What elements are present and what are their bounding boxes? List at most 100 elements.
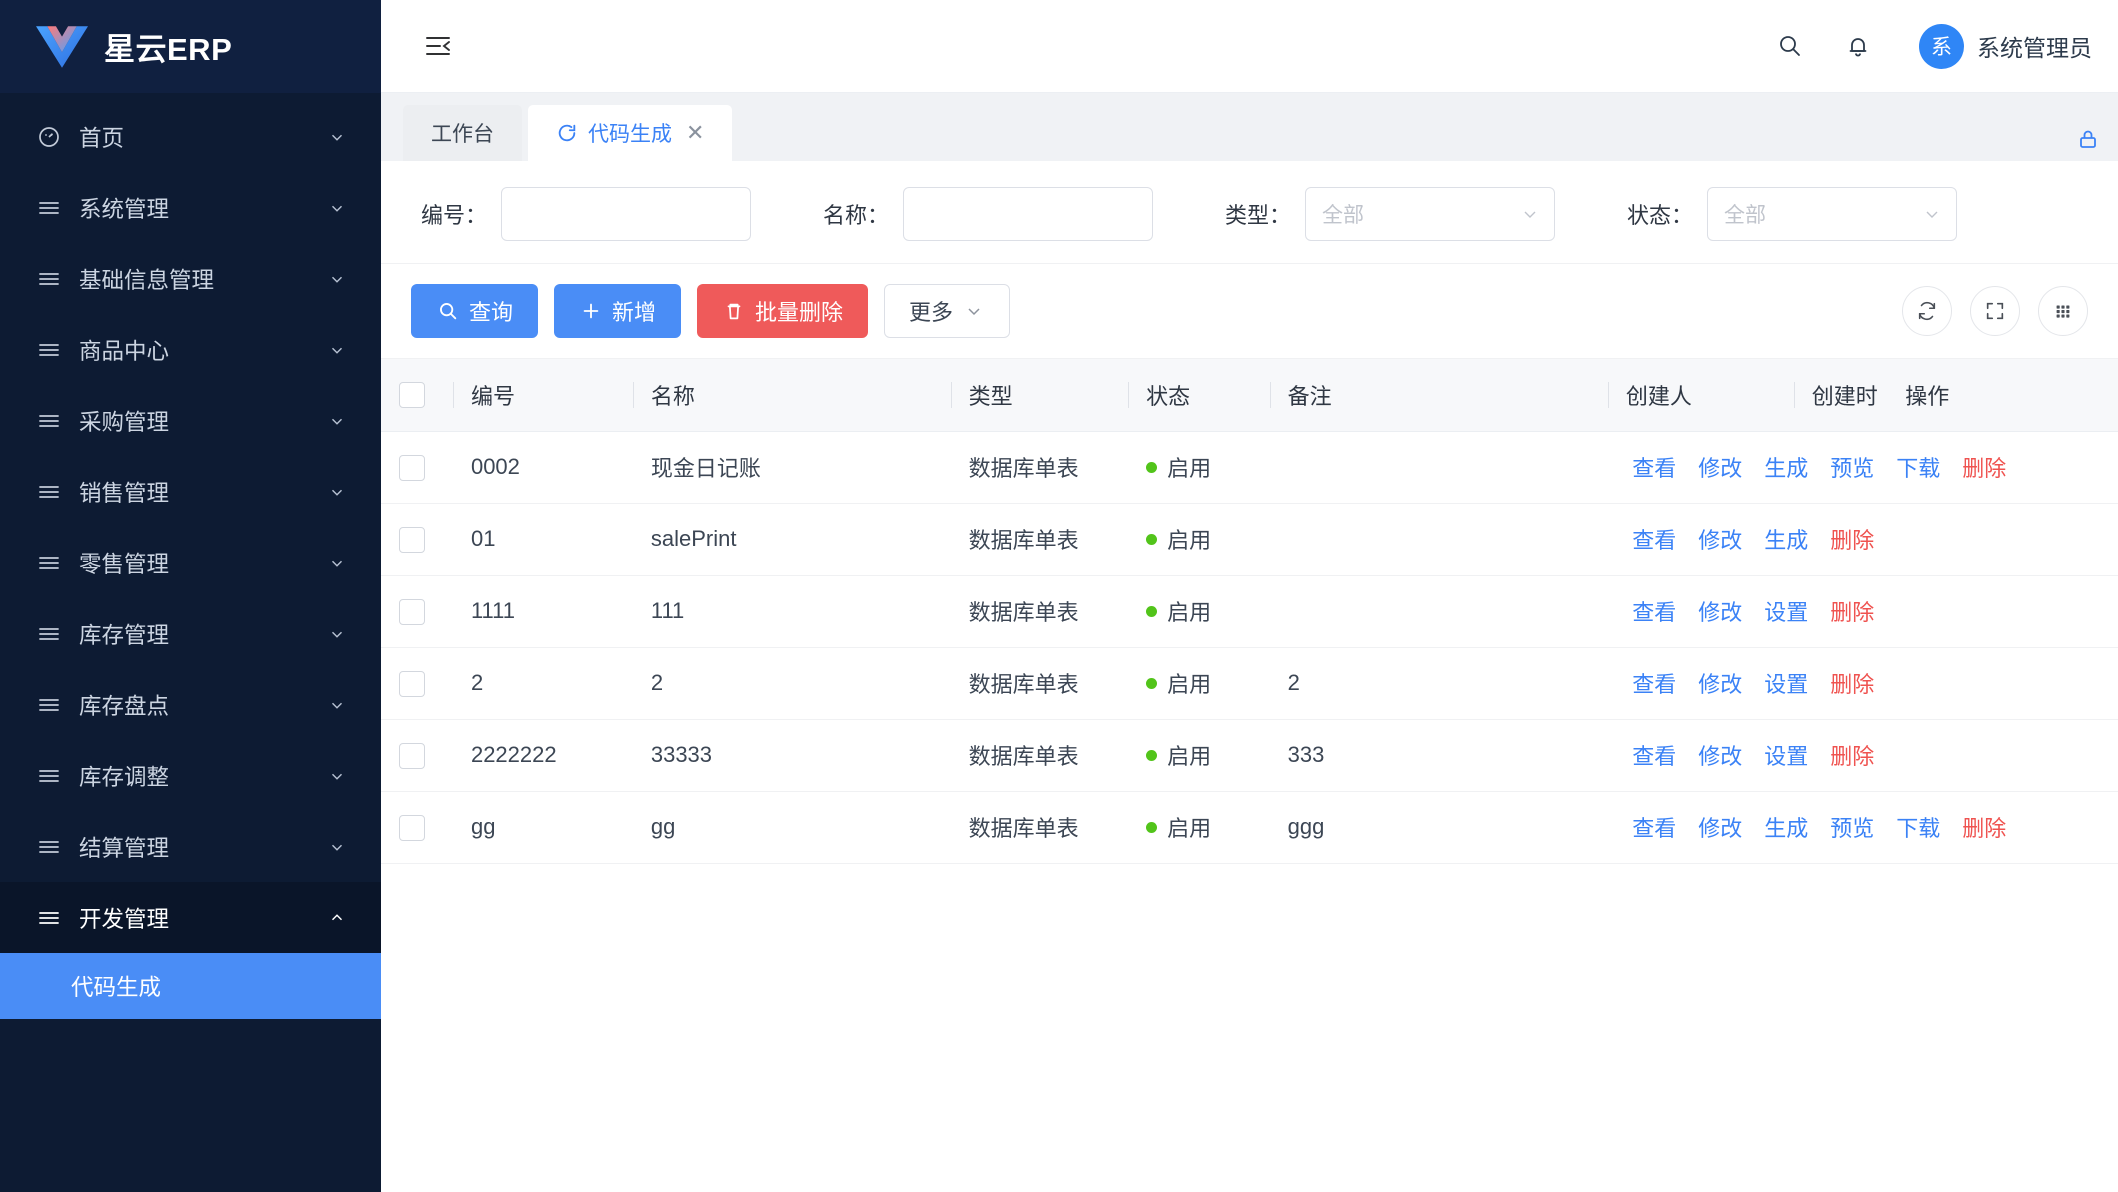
more-button[interactable]: 更多	[884, 284, 1011, 338]
op-edit[interactable]: 修改	[1698, 739, 1742, 771]
type-select-value: 全部	[1322, 204, 1364, 227]
cell-operations: 查看 修改 生成 删除	[1614, 503, 2118, 576]
name-input[interactable]	[903, 187, 1153, 241]
op-delete[interactable]: 删除	[1830, 595, 1874, 627]
cell-note	[1269, 431, 1608, 504]
header-name[interactable]: 名称	[632, 359, 951, 432]
sidebar-item-settlement-management[interactable]: 结算管理	[0, 811, 381, 882]
op-view[interactable]: 查看	[1632, 811, 1676, 843]
op-delete[interactable]: 删除	[1830, 667, 1874, 699]
header-code[interactable]: 编号	[452, 359, 633, 432]
status-select[interactable]: 全部	[1707, 187, 1957, 241]
search-button[interactable]: 查询	[411, 284, 539, 338]
lock-icon[interactable]	[2076, 127, 2100, 151]
op-delete[interactable]: 删除	[1962, 811, 2006, 843]
table-row[interactable]: gg gg 数据库单表 启用 ggg 系统管理员 2022-0 查看	[381, 791, 2118, 864]
list-icon	[36, 763, 62, 789]
code-input[interactable]	[501, 187, 751, 241]
cell-code: 2	[452, 647, 633, 720]
type-select[interactable]: 全部	[1305, 187, 1555, 241]
row-checkbox-cell	[381, 575, 453, 648]
sidebar-item-system-management[interactable]: 系统管理	[0, 172, 381, 243]
header-status[interactable]: 状态	[1128, 359, 1270, 432]
user-block[interactable]: 系 系统管理员	[1919, 23, 2092, 69]
op-view[interactable]: 查看	[1632, 739, 1676, 771]
header-type[interactable]: 类型	[950, 359, 1129, 432]
op-settings[interactable]: 设置	[1764, 595, 1808, 627]
tab-workbench[interactable]: 工作台	[403, 105, 522, 161]
row-checkbox[interactable]	[399, 742, 425, 769]
sidebar-item-product-center[interactable]: 商品中心	[0, 314, 381, 385]
row-checkbox-cell	[381, 647, 453, 720]
sidebar-item-inventory-adjustment[interactable]: 库存调整	[0, 740, 381, 811]
op-view[interactable]: 查看	[1632, 667, 1676, 699]
row-checkbox-cell	[381, 431, 453, 504]
batch-delete-button[interactable]: 批量删除	[697, 284, 869, 338]
op-edit[interactable]: 修改	[1698, 811, 1742, 843]
op-download[interactable]: 下载	[1896, 811, 1940, 843]
add-button[interactable]: 新增	[554, 284, 682, 338]
chevron-down-icon	[327, 198, 347, 218]
sidebar-item-inventory-count[interactable]: 库存盘点	[0, 669, 381, 740]
table-row[interactable]: 1111 111 数据库单表 启用 系统管理员 2022-0 查看	[381, 575, 2118, 648]
sidebar-item-basic-info-management[interactable]: 基础信息管理	[0, 243, 381, 314]
op-generate[interactable]: 生成	[1764, 523, 1808, 555]
op-delete[interactable]: 删除	[1962, 451, 2006, 483]
status-dot-icon	[1146, 605, 1158, 617]
sidebar-subitem-code-generation[interactable]: 代码生成	[0, 953, 381, 1019]
cell-name: 2	[632, 647, 951, 720]
op-edit[interactable]: 修改	[1698, 667, 1742, 699]
op-view[interactable]: 查看	[1632, 451, 1676, 483]
bell-icon[interactable]	[1831, 19, 1885, 73]
chevron-down-icon	[963, 300, 985, 322]
op-view[interactable]: 查看	[1632, 595, 1676, 627]
op-download[interactable]: 下载	[1896, 451, 1940, 483]
refresh-icon[interactable]	[1902, 286, 1952, 336]
sidebar-item-home[interactable]: 首页	[0, 101, 381, 172]
table-row[interactable]: 0002 现金日记账 数据库单表 启用 系统管理员 2022-0	[381, 431, 2118, 504]
status-label: 启用	[1167, 744, 1212, 769]
op-edit[interactable]: 修改	[1698, 523, 1742, 555]
row-checkbox[interactable]	[399, 526, 425, 553]
cell-type: 数据库单表	[950, 647, 1129, 720]
cell-name: 现金日记账	[632, 431, 951, 504]
column-settings-icon[interactable]	[2038, 286, 2088, 336]
row-checkbox[interactable]	[399, 454, 425, 481]
brand[interactable]: 星云ERP	[0, 0, 381, 93]
list-icon	[36, 195, 62, 221]
op-view[interactable]: 查看	[1632, 523, 1676, 555]
op-edit[interactable]: 修改	[1698, 451, 1742, 483]
op-preview[interactable]: 预览	[1830, 811, 1874, 843]
op-settings[interactable]: 设置	[1764, 739, 1808, 771]
op-preview[interactable]: 预览	[1830, 451, 1874, 483]
table-row[interactable]: 01 salePrint 数据库单表 启用 系统管理员 2022-0	[381, 503, 2118, 576]
sidebar-item-sales-management[interactable]: 销售管理	[0, 456, 381, 527]
header-note[interactable]: 备注	[1269, 359, 1608, 432]
op-generate[interactable]: 生成	[1764, 811, 1808, 843]
op-edit[interactable]: 修改	[1698, 595, 1742, 627]
sidebar-item-retail-management[interactable]: 零售管理	[0, 527, 381, 598]
tab-code-generation[interactable]: 代码生成 ✕	[528, 105, 733, 161]
search-icon[interactable]	[1763, 19, 1817, 73]
chevron-down-icon	[327, 340, 347, 360]
table-row[interactable]: 2222222 33333 数据库单表 启用 333 系统管理员 2022-0	[381, 719, 2118, 792]
sidebar-item-inventory-management[interactable]: 库存管理	[0, 598, 381, 669]
op-delete[interactable]: 删除	[1830, 523, 1874, 555]
row-checkbox[interactable]	[399, 814, 425, 841]
op-generate[interactable]: 生成	[1764, 451, 1808, 483]
op-settings[interactable]: 设置	[1764, 667, 1808, 699]
close-icon[interactable]: ✕	[686, 122, 704, 144]
status-label: 启用	[1167, 672, 1212, 697]
cell-status: 启用	[1128, 503, 1270, 576]
sidebar-item-purchase-management[interactable]: 采购管理	[0, 385, 381, 456]
menu-fold-icon[interactable]	[417, 25, 459, 67]
header-created-time[interactable]: 创建时	[1793, 359, 1888, 432]
fullscreen-icon[interactable]	[1970, 286, 2020, 336]
select-all-checkbox[interactable]	[399, 382, 425, 409]
row-checkbox[interactable]	[399, 598, 425, 625]
sidebar-item-development-management[interactable]: 开发管理	[0, 882, 381, 953]
table-row[interactable]: 2 2 数据库单表 启用 2 系统管理员 2022-0 查看	[381, 647, 2118, 720]
header-creator[interactable]: 创建人	[1607, 359, 1794, 432]
op-delete[interactable]: 删除	[1830, 739, 1874, 771]
row-checkbox[interactable]	[399, 670, 425, 697]
